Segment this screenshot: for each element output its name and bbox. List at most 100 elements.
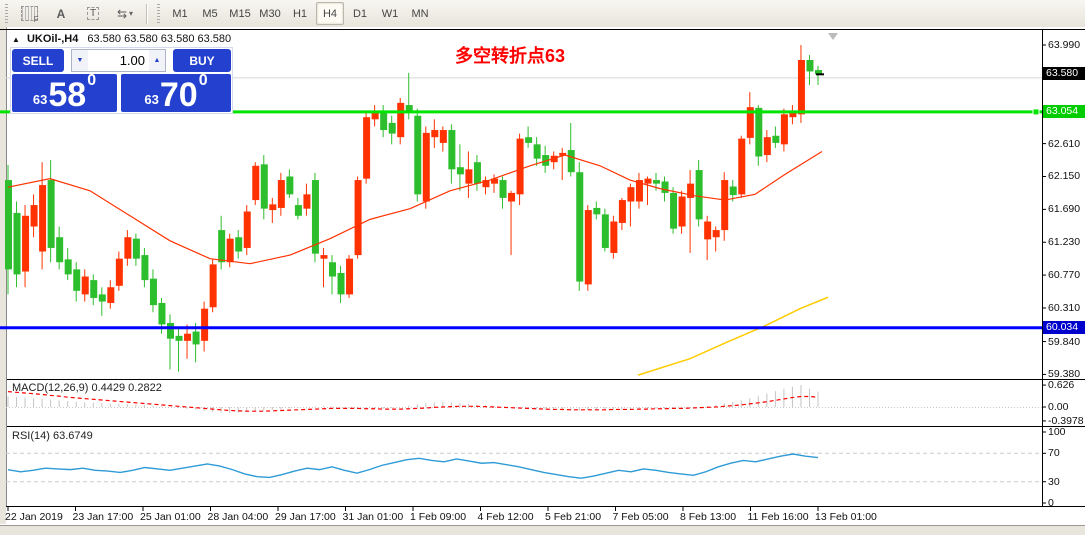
candle [619,200,626,223]
buy-price-big: 70 [160,80,198,110]
candle [389,123,396,134]
candle [107,287,114,303]
candle [99,294,106,301]
candle [329,262,336,276]
candle [713,230,720,237]
candle [269,204,276,210]
candle [730,186,737,195]
candle [517,139,524,195]
line-handle[interactable] [1033,109,1039,115]
candle [423,133,430,202]
candle [397,103,404,137]
candle [755,108,762,157]
candle [22,216,29,272]
candle [193,332,200,345]
rsi-label: RSI(14) 63.6749 [12,430,93,442]
volume-up-button[interactable]: ▲ [149,50,165,71]
price-axis-label: 62.150 [1048,170,1080,182]
date-axis-label: 11 Feb 16:00 [748,511,809,523]
date-axis-label: 7 Feb 05:00 [613,511,669,523]
candle [508,193,515,202]
volume-down-button[interactable]: ▼ [72,50,88,71]
sell-price-sup: 0 [87,74,96,88]
candle [465,169,472,183]
quotes-label: 63.580 63.580 63.580 63.580 [87,33,231,45]
volume-input[interactable]: 1.00 [88,50,149,71]
date-axis-label: 4 Feb 12:00 [478,511,534,523]
candle [303,194,310,208]
candle [440,130,447,143]
candle [355,180,362,255]
buy-button[interactable]: BUY [173,49,231,72]
candle [781,114,788,144]
candle [534,144,541,158]
date-axis-label: 5 Feb 21:00 [545,511,601,523]
candle [116,259,123,286]
date-axis-label: 22 Jan 2019 [5,511,63,523]
price-axis-label: 60.310 [1048,302,1080,314]
candle [448,130,455,169]
candle [244,212,251,248]
candle [14,213,21,274]
buy-price-small: 63 [144,92,158,107]
candle [56,237,63,262]
candle [568,150,575,172]
price-axis-label: 63.990 [1048,39,1080,51]
buy-price-sup: 0 [199,74,208,88]
sell-price-big: 58 [48,80,86,110]
candle [158,303,165,324]
candle [764,137,771,155]
candle [585,210,592,284]
candle [39,185,46,251]
candle [82,277,89,295]
candle [721,180,728,230]
price-axis-label: 60.770 [1048,269,1080,281]
candle [65,259,72,274]
candle [133,239,140,259]
candle [627,187,634,201]
candle [201,309,208,341]
date-axis-label: 23 Jan 17:00 [73,511,134,523]
resistance-price-badge: 63.054 [1043,105,1085,118]
candle [806,60,813,71]
candle [576,172,583,281]
sell-price-small: 63 [33,92,47,107]
candle [679,196,686,226]
candle [295,205,302,216]
macd-label: MACD(12,26,9) 0.4429 0.2822 [12,382,162,394]
date-axis-label: 13 Feb 01:00 [815,511,877,523]
symbol-timeframe-label: UKOil-,H4 [27,33,78,45]
candle [124,237,131,258]
macd-axis-label: 0.626 [1048,379,1074,391]
candle [5,180,12,269]
candle [312,180,319,254]
candle [252,166,259,200]
candle [73,269,80,290]
candle [380,112,387,130]
candle [90,280,97,298]
candle [261,164,268,208]
chart-annotation: 多空转折点63 [455,42,565,68]
sell-price-display[interactable]: 63 58 0 [12,74,117,112]
rsi-axis-label: 30 [1048,476,1060,488]
macd-axis-label: 0.00 [1048,401,1068,413]
price-axis-label: 61.230 [1048,236,1080,248]
price-axis-label: 62.610 [1048,138,1080,150]
candle [696,170,703,219]
candle [431,130,438,137]
candle [278,180,285,208]
collapse-icon[interactable]: ▲ [12,35,20,44]
candle [525,137,532,143]
candle [738,139,745,195]
support-price-badge: 60.034 [1043,321,1085,334]
candle [48,180,55,248]
buy-price-display[interactable]: 63 70 0 [121,74,231,112]
candle [457,167,464,174]
candle [150,279,157,305]
candle [338,273,345,294]
current-price-marker [816,73,824,75]
price-axis-label: 61.690 [1048,203,1080,215]
candle [670,193,677,229]
sell-button[interactable]: SELL [12,49,64,72]
candle [141,255,148,280]
